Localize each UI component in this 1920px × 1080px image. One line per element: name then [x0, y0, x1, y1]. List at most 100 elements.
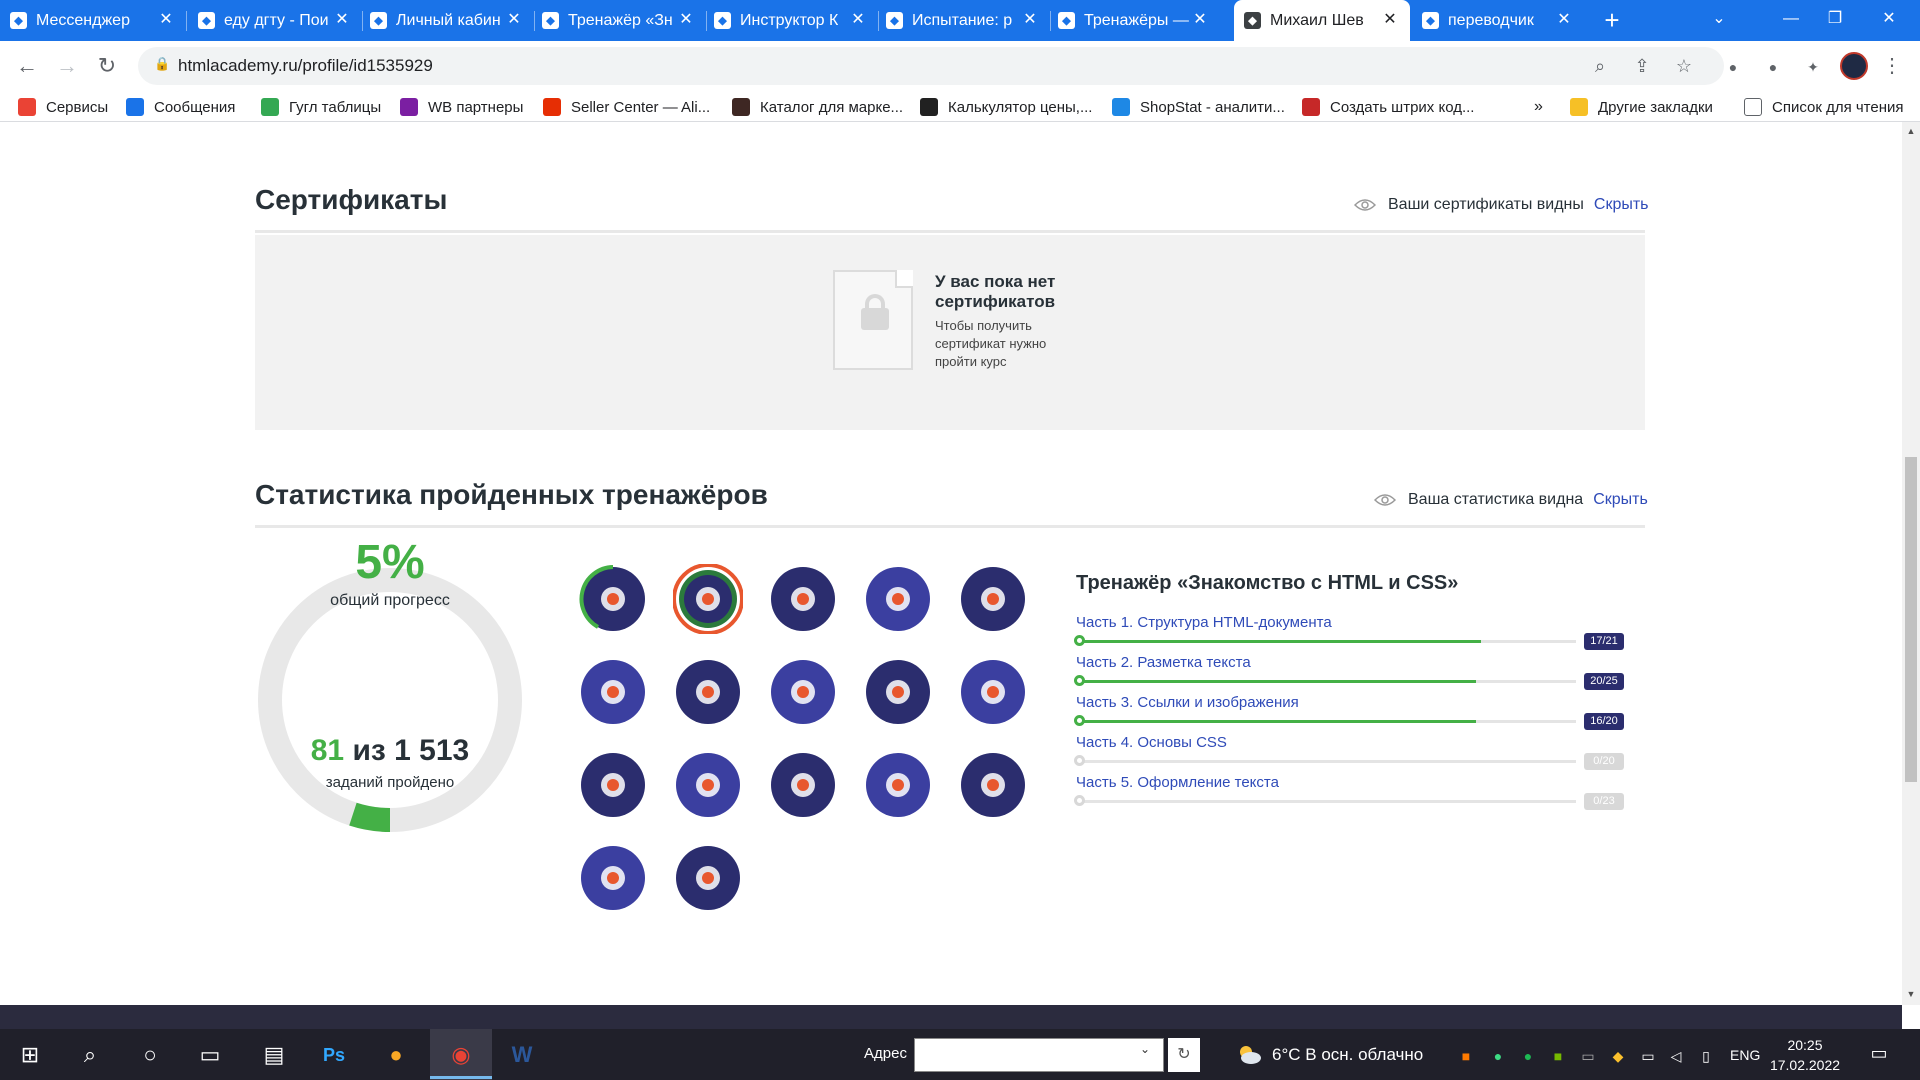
tray-android-icon[interactable]: ●: [1488, 1046, 1508, 1066]
curly-braces-icon[interactable]: [578, 657, 648, 727]
globe-icon[interactable]: [958, 750, 1028, 820]
word-icon[interactable]: W: [502, 1035, 542, 1075]
minimize-button[interactable]: —: [1768, 0, 1814, 41]
reload-button[interactable]: ↻: [92, 51, 122, 81]
hand-badge-icon[interactable]: [673, 564, 743, 634]
cortana-icon[interactable]: ○: [130, 1035, 170, 1075]
notifications-icon[interactable]: ▭: [1866, 1043, 1892, 1067]
close-tab-icon[interactable]: ✕: [676, 10, 696, 30]
close-tab-icon[interactable]: ✕: [1554, 10, 1574, 30]
bookmark-item[interactable]: Гугл таблицы: [261, 96, 381, 118]
bookmark-item[interactable]: Калькулятор цены,...: [920, 96, 1092, 118]
tray-nvidia-icon[interactable]: ■: [1548, 1046, 1568, 1066]
share-icon[interactable]: ⇪: [1630, 54, 1654, 78]
url-text[interactable]: htmlacademy.ru/profile/id1535929: [178, 56, 433, 76]
back-button[interactable]: ←: [12, 51, 42, 81]
part-label[interactable]: Часть 4. Основы CSS: [1076, 734, 1227, 751]
bookmarks-overflow[interactable]: »: [1534, 96, 1543, 118]
close-tab-icon[interactable]: ✕: [504, 10, 524, 30]
search-icon[interactable]: ⌕: [70, 1035, 110, 1075]
trainer-part[interactable]: Часть 4. Основы CSS 0/20: [1074, 734, 1636, 774]
trainer-part[interactable]: Часть 5. Оформление текста 0/23: [1074, 774, 1636, 814]
part-label[interactable]: Часть 5. Оформление текста: [1076, 774, 1279, 791]
other-bookmarks[interactable]: Другие закладки: [1570, 96, 1713, 118]
scroll-down-arrow-icon[interactable]: ▼: [1902, 985, 1920, 1003]
task-view-icon[interactable]: ▭: [190, 1035, 230, 1075]
chrome-icon[interactable]: ◉: [441, 1035, 481, 1075]
bookmark-item[interactable]: Сообщения: [126, 96, 235, 118]
bookmark-item[interactable]: Seller Center — Ali...: [543, 96, 710, 118]
trainer-part[interactable]: Часть 3. Ссылки и изображения 16/20: [1074, 694, 1636, 734]
tab[interactable]: ◆ Мессенджер ✕: [0, 0, 186, 41]
weather-widget[interactable]: 6°C В осн. облачно: [1236, 1044, 1423, 1066]
lock-icon[interactable]: 🔒: [154, 56, 170, 74]
windows-start-icon[interactable]: ⊞: [10, 1035, 50, 1075]
tab[interactable]: ◆ Михаил Шев ✕: [1234, 0, 1410, 41]
page-scrollbar[interactable]: ▲ ▼: [1902, 122, 1920, 1005]
certificates-hide-link[interactable]: Скрыть: [1594, 196, 1649, 214]
fox-cocktail-icon[interactable]: [578, 750, 648, 820]
close-tab-icon[interactable]: ✕: [1190, 10, 1210, 30]
close-tab-icon[interactable]: ✕: [1380, 10, 1400, 30]
bookmark-item[interactable]: ShopStat - аналити...: [1112, 96, 1285, 118]
extension-icon[interactable]: ●: [1722, 56, 1744, 78]
new-tab-button[interactable]: +: [1598, 6, 1626, 34]
remote-control-icon[interactable]: [863, 750, 933, 820]
bookmark-star-icon[interactable]: ☆: [1672, 54, 1696, 78]
football-field-icon[interactable]: [768, 657, 838, 727]
address-bar[interactable]: 🔒 htmlacademy.ru/profile/id1535929 ⌕ ⇪ ☆: [138, 47, 1724, 85]
close-window-button[interactable]: ✕: [1866, 0, 1912, 41]
bookmark-item[interactable]: Создать штрих код...: [1302, 96, 1474, 118]
php-barrier-icon[interactable]: [863, 564, 933, 634]
puzzle-extensions-icon[interactable]: ✦: [1802, 56, 1824, 78]
menu-dots-icon[interactable]: ⋮: [1880, 53, 1904, 78]
tab-search-icon[interactable]: ⌄: [1696, 0, 1742, 41]
forward-button[interactable]: →: [52, 51, 82, 81]
tab[interactable]: ◆ Тренажёры — ✕: [1048, 0, 1220, 41]
tray-spotify-icon[interactable]: ●: [1518, 1046, 1538, 1066]
circle-nodes-icon[interactable]: [673, 750, 743, 820]
scroll-up-arrow-icon[interactable]: ▲: [1902, 122, 1920, 140]
battery-icon[interactable]: ▯: [1696, 1046, 1716, 1066]
profile-extension-icon[interactable]: ●: [1762, 56, 1784, 78]
network-icon[interactable]: ▭: [1638, 1046, 1658, 1066]
tray-shield-icon[interactable]: ◆: [1608, 1046, 1628, 1066]
reading-list[interactable]: Список для чтения: [1744, 96, 1904, 118]
bookmark-item[interactable]: Каталог для марке...: [732, 96, 903, 118]
fox-cat-icon[interactable]: [673, 657, 743, 727]
close-tab-icon[interactable]: ✕: [156, 10, 176, 30]
tab[interactable]: ◆ переводчик ✕: [1412, 0, 1584, 41]
tab[interactable]: ◆ Инструктор К ✕: [704, 0, 878, 41]
bookmark-item[interactable]: WB партнеры: [400, 96, 523, 118]
part-label[interactable]: Часть 1. Структура HTML-документа: [1076, 614, 1332, 631]
avatar[interactable]: [1840, 52, 1868, 80]
clock[interactable]: 20:25 17.02.2022: [1760, 1035, 1850, 1075]
volume-icon[interactable]: ◁: [1666, 1046, 1686, 1066]
tab[interactable]: ◆ Личный кабин ✕: [360, 0, 534, 41]
stats-hide-link[interactable]: Скрыть: [1593, 491, 1648, 509]
tab[interactable]: ◆ Тренажёр «Зн ✕: [532, 0, 706, 41]
photoshop-icon[interactable]: Ps: [314, 1035, 354, 1075]
chainsaw-icon[interactable]: [578, 843, 648, 913]
typography-t-icon[interactable]: [673, 843, 743, 913]
tab[interactable]: ◆ еду дгту - Пои ✕: [188, 0, 362, 41]
grid-cube-icon[interactable]: [768, 750, 838, 820]
robot-head-icon[interactable]: [958, 564, 1028, 634]
zoom-icon[interactable]: ⌕: [1588, 54, 1612, 78]
tray-app-icon[interactable]: ■: [1456, 1046, 1476, 1066]
restore-button[interactable]: ❐: [1812, 0, 1858, 41]
scroll-thumb[interactable]: [1905, 457, 1917, 782]
close-tab-icon[interactable]: ✕: [1020, 10, 1040, 30]
anvil-icon[interactable]: [958, 657, 1028, 727]
part-label[interactable]: Часть 2. Разметка текста: [1076, 654, 1251, 671]
chevron-down-icon[interactable]: ⌄: [1140, 1042, 1150, 1056]
traffic-light-icon[interactable]: [578, 564, 648, 634]
tray-folder-icon[interactable]: ▭: [1578, 1046, 1598, 1066]
trainer-part[interactable]: Часть 1. Структура HTML-документа 17/21: [1074, 614, 1636, 654]
rainbow-app-icon[interactable]: ●: [376, 1035, 416, 1075]
bookmark-item[interactable]: Сервисы: [18, 96, 108, 118]
spinning-top-icon[interactable]: [768, 564, 838, 634]
address-go-icon[interactable]: ↻: [1168, 1038, 1200, 1072]
language-indicator[interactable]: ENG: [1730, 1047, 1760, 1063]
trainer-part[interactable]: Часть 2. Разметка текста 20/25: [1074, 654, 1636, 694]
